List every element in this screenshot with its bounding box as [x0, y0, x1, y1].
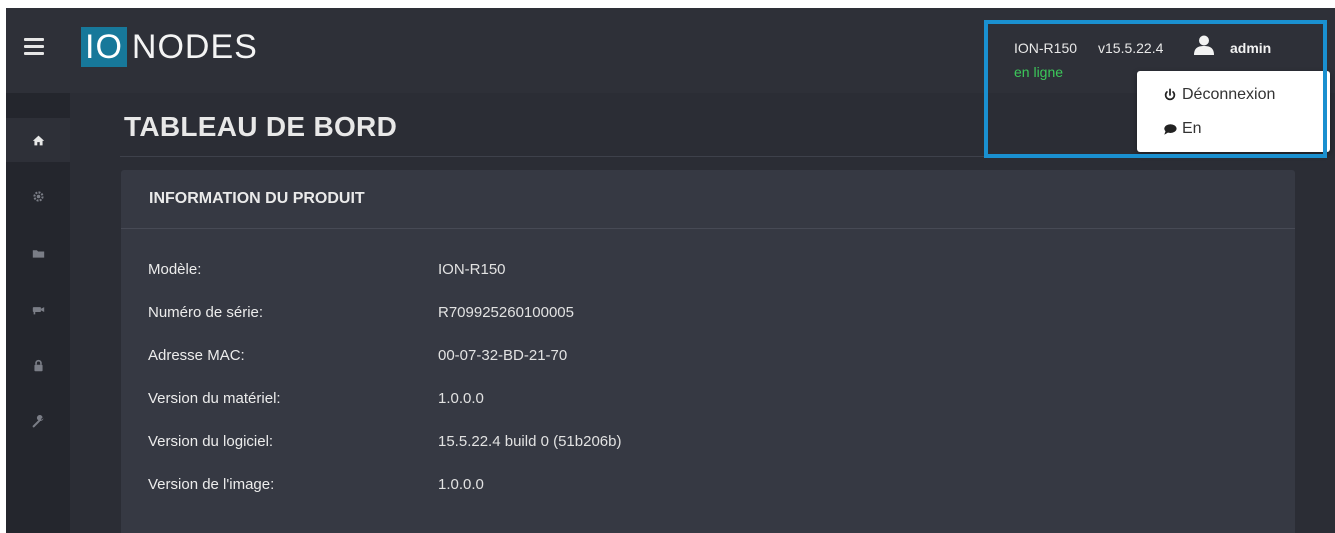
user-icon[interactable] — [1193, 34, 1215, 56]
sidebar-item-tools[interactable] — [6, 399, 70, 443]
gear-icon — [32, 190, 44, 202]
logout-label: Déconnexion — [1182, 86, 1276, 103]
logo: IO NODES — [81, 27, 258, 67]
logo-io: IO — [81, 27, 127, 67]
lock-icon — [33, 359, 43, 371]
user-dropdown-menu: Déconnexion En — [1137, 71, 1330, 152]
info-label: Numéro de série: — [148, 304, 264, 321]
sidebar-item-security[interactable] — [6, 343, 70, 387]
info-label: Adresse MAC: — [148, 347, 245, 364]
info-label: Version de l'image: — [148, 476, 275, 493]
info-value: R709925260100005 — [438, 304, 574, 321]
logout-menu-item[interactable]: Déconnexion — [1163, 84, 1275, 106]
sidebar-item-settings[interactable] — [6, 174, 70, 218]
sidebar-item-cameras[interactable] — [6, 287, 70, 331]
menu-icon[interactable] — [24, 38, 44, 55]
camera-icon — [32, 306, 44, 314]
language-menu-item[interactable]: En — [1163, 118, 1202, 140]
power-icon — [1164, 88, 1176, 101]
sidebar-item-home[interactable] — [6, 118, 70, 162]
info-value: 1.0.0.0 — [438, 390, 484, 407]
device-model: ION-R150 — [1014, 40, 1078, 56]
info-row-model: Modèle: ION-R150 — [121, 261, 1295, 283]
folder-icon — [32, 249, 44, 258]
chat-bubble-icon — [1164, 124, 1177, 135]
panel-title: INFORMATION DU PRODUIT — [149, 190, 365, 207]
wrench-icon — [32, 414, 43, 427]
language-label: En — [1182, 120, 1202, 137]
product-info-panel: INFORMATION DU PRODUIT Modèle: ION-R150 … — [121, 170, 1295, 533]
info-value: 1.0.0.0 — [438, 476, 484, 493]
app-window: IO NODES TABLEAU DE BORD INFORMATION DU … — [6, 8, 1335, 533]
logo-nodes: NODES — [131, 27, 258, 66]
info-row-software-version: Version du logiciel: 15.5.22.4 build 0 (… — [121, 433, 1295, 455]
user-menu-toggle[interactable]: admin — [1230, 40, 1271, 56]
info-value: 15.5.22.4 build 0 (51b206b) — [438, 433, 622, 450]
title-divider — [120, 156, 1300, 157]
firmware-version: v15.5.22.4 — [1098, 40, 1164, 56]
home-icon — [32, 135, 44, 145]
info-label: Version du matériel: — [148, 390, 281, 407]
info-label: Modèle: — [148, 261, 202, 278]
page-title: TABLEAU DE BORD — [124, 111, 398, 142]
status-badge: en ligne — [1014, 64, 1064, 80]
info-row-mac: Adresse MAC: 00-07-32-BD-21-70 — [121, 347, 1295, 369]
sidebar-item-files[interactable] — [6, 231, 70, 275]
info-value: ION-R150 — [438, 261, 506, 278]
panel-header: INFORMATION DU PRODUIT — [121, 170, 1295, 229]
sidebar — [6, 93, 70, 533]
info-row-serial: Numéro de série: R709925260100005 — [121, 304, 1295, 326]
info-row-image-version: Version de l'image: 1.0.0.0 — [121, 476, 1295, 498]
info-row-hardware-version: Version du matériel: 1.0.0.0 — [121, 390, 1295, 412]
info-value: 00-07-32-BD-21-70 — [438, 347, 568, 364]
info-label: Version du logiciel: — [148, 433, 274, 450]
